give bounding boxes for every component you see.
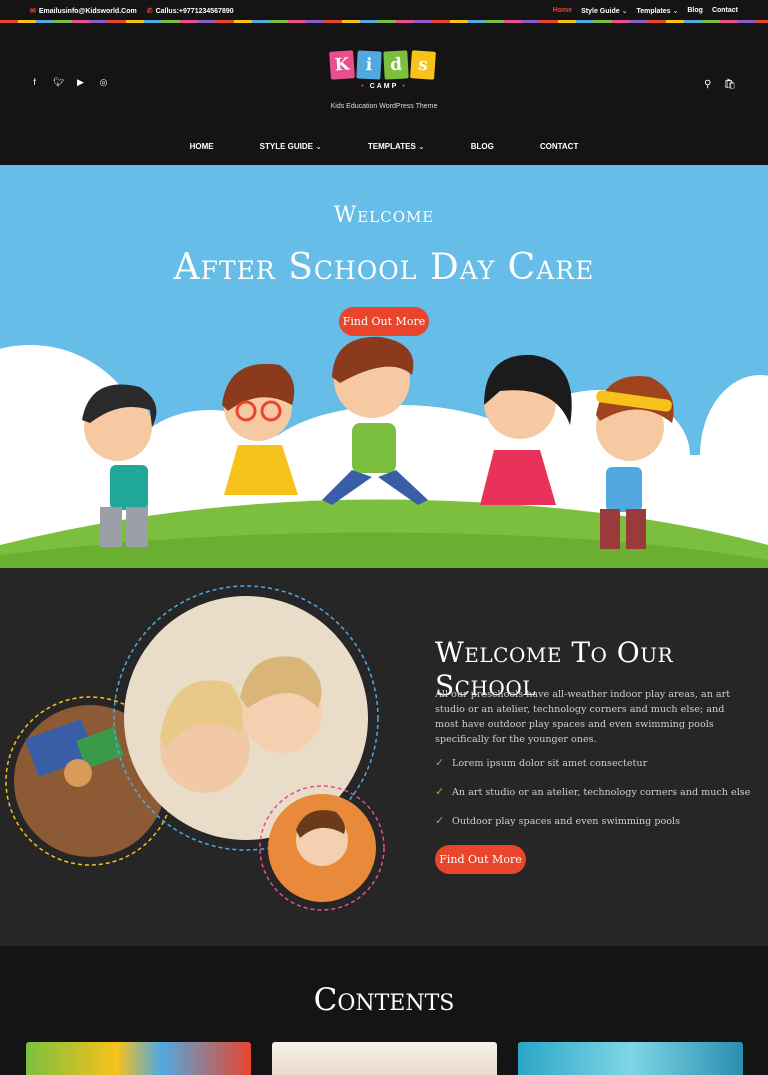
contents-section: Contents	[0, 946, 768, 1075]
email-icon: ✉	[30, 8, 36, 15]
topbar-link-style-guide[interactable]: Style Guide	[581, 7, 627, 15]
top-bar: ✉ Emailusinfo@Kidsworld.Com ✆ Callus:+9771…	[0, 0, 768, 22]
photo-collage	[5, 585, 385, 911]
site-tagline: Kids Education WordPress Theme	[330, 103, 438, 110]
topbar-link-home[interactable]: Home	[553, 7, 572, 15]
section-paragraph: All our preschools have all-weather indo…	[435, 689, 731, 745]
contents-title: Contents	[313, 982, 455, 1018]
logo-subtitle: CAMP	[330, 83, 438, 90]
email-contact[interactable]: ✉ Emailusinfo@Kidsworld.Com	[30, 7, 137, 15]
hero-title: After School Day Care	[173, 247, 595, 288]
check-icon: ✓	[435, 785, 445, 798]
nav-item-contact[interactable]: CONTACT	[517, 142, 602, 151]
phone-icon: ✆	[146, 8, 153, 15]
logo-letter: d	[383, 50, 409, 80]
nav-item-home[interactable]: HOME	[167, 142, 237, 151]
instagram-icon[interactable]: ◎	[99, 77, 108, 88]
main-nav: HOME STYLE GUIDE TEMPLATES BLOG CONTACT	[0, 142, 768, 151]
kid-2	[222, 363, 298, 495]
logo-letter: K	[329, 50, 355, 80]
hero-banner: Welcome After School Day Care Find Out M…	[0, 165, 768, 568]
feature-list: ✓ Lorem ipsum dolor sit amet consectetur …	[435, 756, 751, 845]
content-card-image[interactable]	[518, 1042, 743, 1075]
logo-letter: s	[410, 50, 436, 80]
nav-item-style-guide[interactable]: STYLE GUIDE	[237, 142, 345, 151]
logo-letter: i	[356, 50, 382, 80]
check-icon: ✓	[435, 756, 445, 769]
list-item: ✓ Outdoor play spaces and even swimming p…	[435, 814, 681, 827]
site-logo[interactable]: K i d s CAMP	[329, 50, 438, 90]
hero-welcome: Welcome	[333, 203, 435, 228]
site-header: f 🐦︎ ▶ ◎ K i d s CAMP Kids Education Wor…	[0, 23, 768, 165]
facebook-icon[interactable]: f	[30, 77, 39, 88]
list-item: ✓ Lorem ipsum dolor sit amet consectetur	[435, 756, 648, 769]
list-item: ✓ An art studio or an atelier, technology…	[435, 785, 751, 798]
nav-item-blog[interactable]: BLOG	[448, 142, 517, 151]
topbar-link-templates[interactable]: Templates	[636, 7, 678, 15]
hero-find-out-more-button[interactable]: Find Out More	[339, 307, 429, 336]
search-icon[interactable]: ⚲	[704, 79, 711, 90]
cart-icon[interactable]: 🛍︎	[723, 79, 736, 90]
youtube-icon[interactable]: ▶	[76, 77, 85, 88]
check-icon: ✓	[435, 814, 445, 827]
social-links: f 🐦︎ ▶ ◎	[30, 77, 108, 88]
topbar-link-blog[interactable]: Blog	[687, 7, 703, 15]
topbar-link-contact[interactable]: Contact	[712, 7, 738, 15]
twitter-icon[interactable]: 🐦︎	[53, 77, 64, 88]
content-card-image[interactable]	[26, 1042, 251, 1075]
welcome-section: Welcome To Our School All our preschools…	[0, 568, 768, 946]
phone-contact[interactable]: ✆ Callus:+9771234567890	[147, 7, 234, 15]
content-card-image[interactable]	[272, 1042, 497, 1075]
about-find-out-more-button[interactable]: Find Out More	[435, 845, 526, 874]
nav-item-templates[interactable]: TEMPLATES	[345, 142, 448, 151]
